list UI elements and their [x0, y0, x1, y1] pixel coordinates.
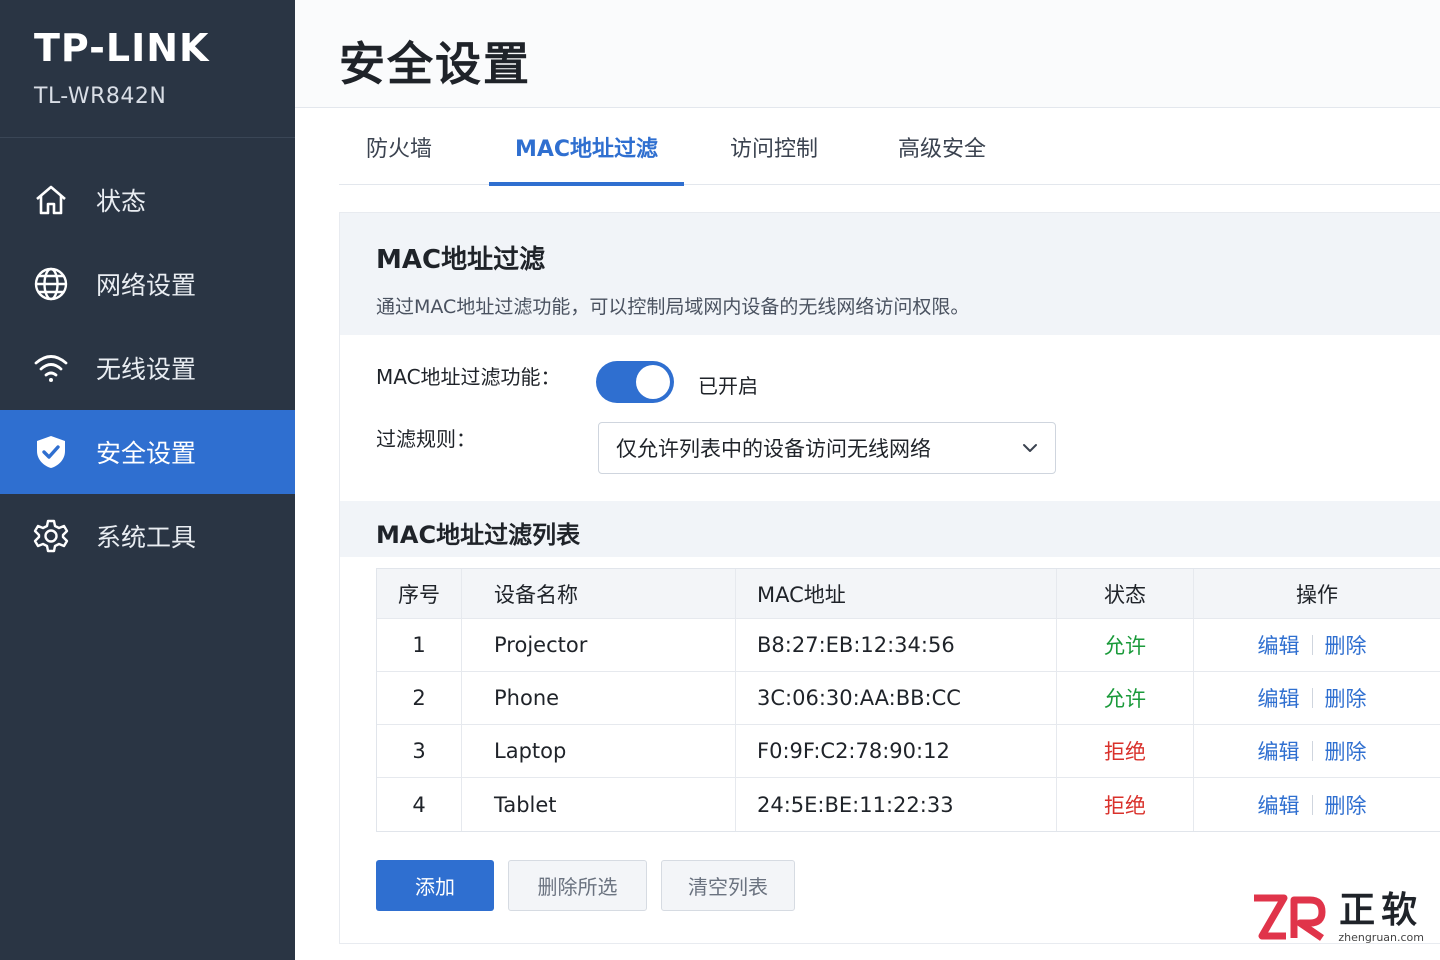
- header-index: 序号: [377, 569, 462, 618]
- page-header: 安全设置: [295, 0, 1440, 108]
- table-header-row: 序号 设备名称 MAC地址 状态 操作: [377, 569, 1440, 619]
- toggle-knob: [636, 365, 670, 399]
- sidebar-item-label: 无线设置: [96, 355, 197, 384]
- header-status: 状态: [1057, 569, 1194, 618]
- header-actions: 操作: [1296, 582, 1338, 607]
- zr-logo-icon: [1254, 894, 1326, 941]
- home-icon: [32, 181, 70, 219]
- action-divider: [1311, 688, 1313, 708]
- tab-advanced-security[interactable]: 高级安全: [862, 108, 1022, 185]
- panel-header: MAC地址过滤 通过MAC地址过滤功能，可以控制局域网内设备的无线网络访问权限。: [340, 213, 1440, 335]
- chevron-down-icon: [1023, 444, 1037, 452]
- tab-access-control[interactable]: 访问控制: [694, 108, 854, 185]
- row-mac: 3C:06:30:AA:BB:CC: [736, 672, 1057, 724]
- action-divider: [1311, 741, 1313, 761]
- gear-icon: [32, 517, 70, 555]
- tab-firewall[interactable]: 防火墙: [339, 108, 459, 185]
- mac-filter-toggle-label: MAC地址过滤功能：: [376, 365, 561, 389]
- list-title: MAC地址过滤列表: [340, 501, 1440, 557]
- filter-rule-select[interactable]: 仅允许列表中的设备访问无线网络: [598, 422, 1056, 474]
- sidebar: TP-LINK TL-WR842N 状态 网络设置 无线设置 安全设置 系统工具: [0, 0, 295, 960]
- watermark-url: zhengruan.com: [1338, 931, 1424, 944]
- mac-filter-table: 序号 设备名称 MAC地址 状态 操作 1 Projector B8:27:EB…: [376, 568, 1440, 832]
- sidebar-item-label: 状态: [96, 187, 147, 216]
- delete-selected-button[interactable]: 删除所选: [508, 860, 647, 911]
- edit-link[interactable]: 编辑: [1258, 683, 1300, 713]
- delete-link[interactable]: 删除: [1325, 790, 1367, 820]
- sidebar-item-label: 安全设置: [96, 439, 197, 468]
- edit-link[interactable]: 编辑: [1258, 630, 1300, 660]
- mac-filter-panel: MAC地址过滤 通过MAC地址过滤功能，可以控制局域网内设备的无线网络访问权限。…: [339, 212, 1440, 944]
- row-actions: 编辑 删除: [1194, 725, 1440, 777]
- clear-list-button[interactable]: 清空列表: [661, 860, 795, 911]
- watermark-text: 正软: [1339, 890, 1424, 931]
- row-actions: 编辑 删除: [1194, 778, 1440, 831]
- row-status: 拒绝: [1057, 725, 1194, 777]
- row-mac: 24:5E:BE:11:22:33: [736, 778, 1057, 831]
- panel-title: MAC地址过滤: [376, 245, 546, 275]
- row-index: 4: [377, 778, 462, 831]
- add-button[interactable]: 添加: [376, 860, 494, 911]
- filter-rule-value: 仅允许列表中的设备访问无线网络: [616, 437, 931, 461]
- page-title: 安全设置: [339, 37, 531, 91]
- brand-logo: TP-LINK: [34, 26, 210, 70]
- sidebar-item-security[interactable]: 安全设置: [0, 410, 295, 494]
- sidebar-item-wireless[interactable]: 无线设置: [0, 326, 295, 410]
- row-index: 3: [377, 725, 462, 777]
- toggle-state-label: 已开启: [698, 374, 758, 398]
- row-index: 2: [377, 672, 462, 724]
- delete-link[interactable]: 删除: [1325, 736, 1367, 766]
- row-status: 允许: [1057, 619, 1194, 671]
- table-row: 3 Laptop F0:9F:C2:78:90:12 拒绝 编辑 删除: [377, 725, 1440, 778]
- edit-link[interactable]: 编辑: [1258, 790, 1300, 820]
- table-row: 4 Tablet 24:5E:BE:11:22:33 拒绝 编辑 删除: [377, 778, 1440, 831]
- row-device-name: Laptop: [462, 725, 736, 777]
- row-device-name: Projector: [462, 619, 736, 671]
- tab-bar: 防火墙 MAC地址过滤 访问控制 高级安全: [339, 108, 1440, 186]
- edit-link[interactable]: 编辑: [1258, 736, 1300, 766]
- delete-link[interactable]: 删除: [1325, 630, 1367, 660]
- action-divider: [1311, 635, 1313, 655]
- delete-link[interactable]: 删除: [1325, 683, 1367, 713]
- row-status: 拒绝: [1057, 778, 1194, 831]
- mac-filter-toggle[interactable]: [596, 361, 674, 403]
- brand: TP-LINK TL-WR842N: [0, 0, 295, 138]
- tab-mac-filter[interactable]: MAC地址过滤: [489, 108, 684, 186]
- row-device-name: Tablet: [462, 778, 736, 831]
- sidebar-item-system-tools[interactable]: 系统工具: [0, 494, 295, 578]
- sidebar-nav: 状态 网络设置 无线设置 安全设置 系统工具: [0, 158, 295, 578]
- row-actions: 编辑 删除: [1194, 672, 1440, 724]
- table-row: 2 Phone 3C:06:30:AA:BB:CC 允许 编辑 删除: [377, 672, 1440, 725]
- sidebar-item-label: 网络设置: [96, 271, 197, 300]
- wifi-icon: [32, 349, 70, 387]
- row-mac: B8:27:EB:12:34:56: [736, 619, 1057, 671]
- header-mac: MAC地址: [736, 569, 1057, 618]
- router-model: TL-WR842N: [34, 84, 167, 109]
- action-divider: [1311, 794, 1313, 815]
- sidebar-item-network[interactable]: 网络设置: [0, 242, 295, 326]
- globe-icon: [32, 265, 70, 303]
- header-device-name: 设备名称: [462, 569, 736, 618]
- row-device-name: Phone: [462, 672, 736, 724]
- panel-description: 通过MAC地址过滤功能，可以控制局域网内设备的无线网络访问权限。: [376, 296, 970, 318]
- sidebar-item-status[interactable]: 状态: [0, 158, 295, 242]
- row-status: 允许: [1057, 672, 1194, 724]
- row-index: 1: [377, 619, 462, 671]
- row-mac: F0:9F:C2:78:90:12: [736, 725, 1057, 777]
- table-row: 1 Projector B8:27:EB:12:34:56 允许 编辑 删除: [377, 619, 1440, 672]
- main-content: 安全设置 防火墙 MAC地址过滤 访问控制 高级安全 MAC地址过滤 通过MAC…: [295, 0, 1440, 960]
- shield-check-icon: [32, 433, 70, 471]
- row-actions: 编辑 删除: [1194, 619, 1440, 671]
- filter-rule-label: 过滤规则：: [376, 427, 476, 451]
- watermark: 正软 zhengruan.com: [1250, 891, 1424, 944]
- sidebar-item-label: 系统工具: [96, 523, 197, 552]
